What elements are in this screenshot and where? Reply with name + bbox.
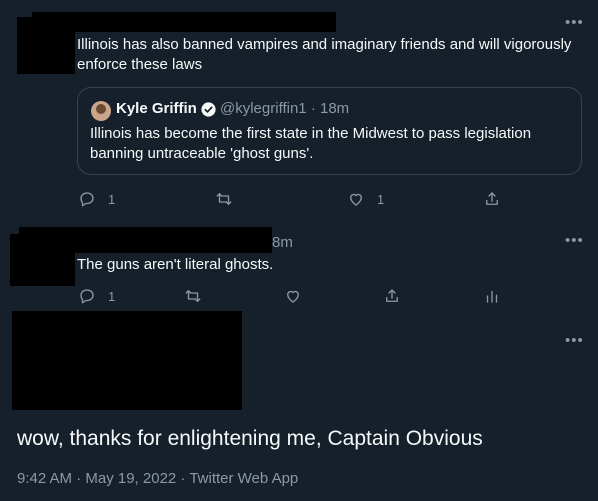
analytics-icon <box>486 290 498 303</box>
retweet-button[interactable] <box>184 287 202 305</box>
quoted-tweet[interactable]: Kyle Griffin @kylegriffin1 · 18m Illinoi… <box>77 87 582 175</box>
heart-icon <box>287 290 299 303</box>
verified-badge-icon <box>201 102 216 117</box>
redacted-header-tweet1 <box>32 12 336 32</box>
tweet-meta[interactable]: 9:42 AM · May 19, 2022 · Twitter Web App <box>17 470 298 487</box>
reply-count: 1 <box>108 191 116 207</box>
analytics-button[interactable] <box>483 287 501 305</box>
tweet-time[interactable]: 8m <box>272 234 293 251</box>
redacted-avatar-tweet1 <box>17 17 75 74</box>
reply-button[interactable]: 1 <box>78 190 115 208</box>
quoted-handle-time[interactable]: @kylegriffin1 · 18m <box>220 100 349 117</box>
retweet-icon <box>216 193 232 205</box>
heart-icon <box>350 193 362 206</box>
reply-button[interactable]: 1 <box>78 287 115 305</box>
like-button[interactable]: 1 <box>347 190 384 208</box>
share-icon <box>486 192 498 205</box>
more-options-icon[interactable]: ••• <box>565 333 584 348</box>
reply-icon <box>80 289 94 304</box>
redacted-avatar-tweet2 <box>10 234 75 286</box>
like-count: 1 <box>377 191 385 207</box>
like-button[interactable] <box>284 287 302 305</box>
quoted-text: Illinois has become the first state in t… <box>90 125 532 162</box>
share-button[interactable] <box>383 287 401 305</box>
share-button[interactable] <box>483 190 501 208</box>
tweet-text: wow, thanks for enlightening me, Captain… <box>17 427 483 450</box>
tweet-text: The guns aren't literal ghosts. <box>77 256 274 273</box>
redacted-author-block <box>12 311 242 410</box>
reply-icon <box>80 192 94 207</box>
retweet-button[interactable] <box>215 190 233 208</box>
share-icon <box>386 289 398 302</box>
quoted-avatar[interactable] <box>91 101 111 121</box>
more-options-icon[interactable]: ••• <box>565 233 584 248</box>
quoted-author-name[interactable]: Kyle Griffin <box>116 100 197 117</box>
retweet-icon <box>185 290 201 302</box>
more-options-icon[interactable]: ••• <box>565 15 584 30</box>
tweet-text: Illinois has also banned vampires and im… <box>77 36 572 73</box>
reply-count: 1 <box>108 288 116 304</box>
